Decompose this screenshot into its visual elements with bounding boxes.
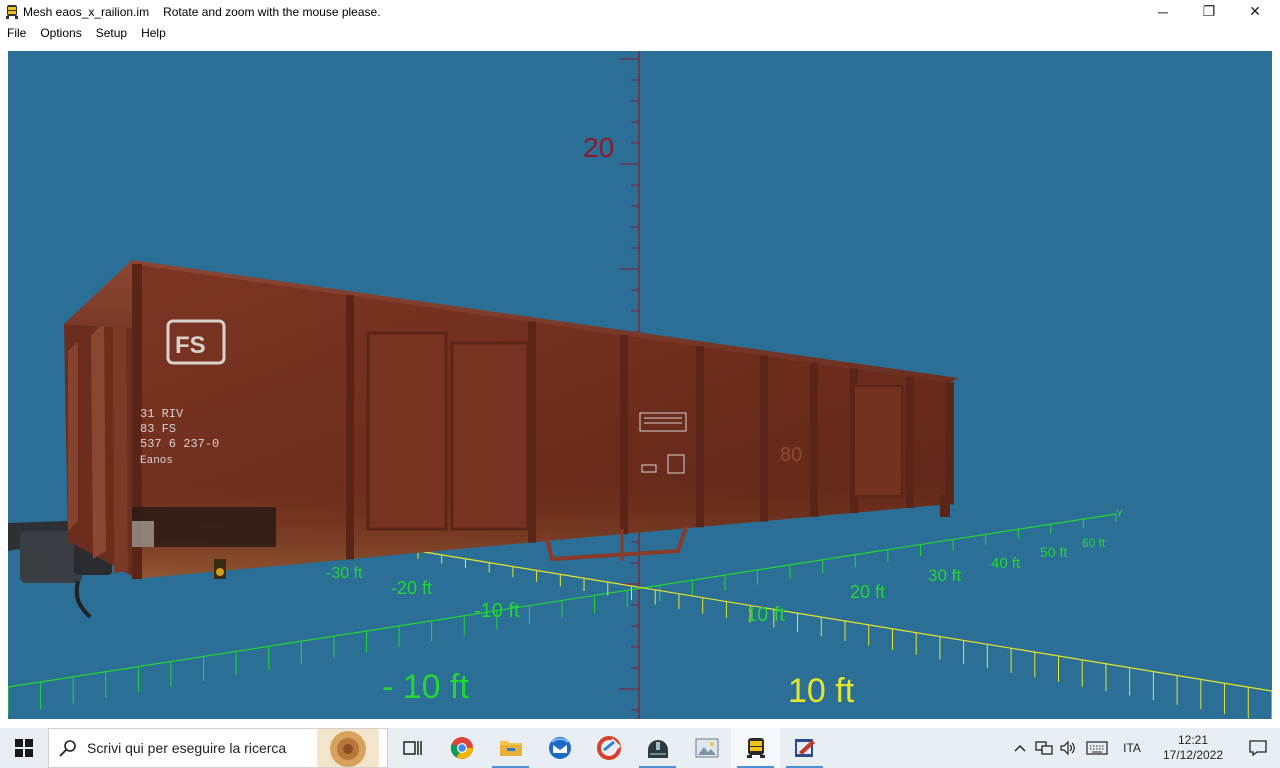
search-input[interactable]: Scrivi qui per eseguire la ricerca xyxy=(48,728,388,768)
wagon-marking: 31 RIV xyxy=(140,407,184,421)
editor-app-icon xyxy=(794,739,815,757)
y-axis-letter: Y xyxy=(1116,508,1124,520)
wagon-door-right xyxy=(450,341,530,531)
tray-keyboard-button[interactable] xyxy=(1080,728,1114,768)
file-explorer-icon xyxy=(499,741,522,756)
taskbar-app-dome[interactable] xyxy=(633,728,682,768)
grid-label-large: - 10 ft xyxy=(382,668,469,706)
clock[interactable]: 12:21 17/12/2022 xyxy=(1150,733,1236,763)
wagon-side-post xyxy=(760,355,768,522)
task-view-button[interactable] xyxy=(388,728,437,768)
system-tray: ITA 12:21 17/12/2022 xyxy=(1008,728,1280,768)
wagon-door-far xyxy=(853,385,903,497)
chrome-icon xyxy=(450,737,473,759)
keyboard-icon xyxy=(1086,741,1108,755)
close-button[interactable]: ✕ xyxy=(1232,0,1278,23)
tray-network-button[interactable] xyxy=(1032,728,1056,768)
wagon-marking: 537 6 237-0 xyxy=(140,437,219,451)
minimize-button[interactable]: ─ xyxy=(1140,0,1186,23)
wagon-faint-number: 80 xyxy=(780,444,802,466)
notification-icon xyxy=(1249,740,1267,756)
train-app-icon xyxy=(746,738,765,758)
speaker-icon xyxy=(1060,740,1075,756)
grid-label: 40 ft xyxy=(991,555,1021,572)
scene-canvas[interactable]: 20 Y -30 ft -20 ft -10 ft 10 ft 20 ft 30… xyxy=(8,51,1272,719)
wagon-side-post xyxy=(696,346,704,528)
search-icon xyxy=(59,740,76,757)
grid-label: 10 ft xyxy=(746,604,785,626)
ccleaner-icon xyxy=(596,736,621,760)
freight-wagon-model[interactable]: FS 31 RIV 83 FS 537 6 237-0 Eanos 80 xyxy=(8,260,958,619)
wagon-side-post xyxy=(946,382,954,505)
menu-setup[interactable]: Setup xyxy=(89,23,134,43)
menu-file[interactable]: File xyxy=(0,23,33,43)
grid-label: -30 ft xyxy=(326,565,363,582)
search-placeholder: Scrivi qui per eseguire la ricerca xyxy=(87,740,287,756)
windows-logo-icon xyxy=(15,739,33,757)
grid-label: 50 ft xyxy=(1040,544,1067,560)
train-app-icon xyxy=(6,4,18,19)
wagon-marking: Eanos xyxy=(140,455,173,467)
clock-date: 17/12/2022 xyxy=(1162,748,1224,762)
wagon-side-post xyxy=(906,376,914,509)
tray-volume-button[interactable] xyxy=(1056,728,1080,768)
title-bar: Mesh eaos_x_railion.im Rotate and zoom w… xyxy=(0,0,1280,23)
chevron-up-icon xyxy=(1014,744,1026,752)
tray-overflow-button[interactable] xyxy=(1008,728,1032,768)
clock-time: 12:21 xyxy=(1177,733,1209,747)
restore-button[interactable]: ❐ xyxy=(1186,0,1232,23)
grid-label-large: 10 ft xyxy=(788,672,855,710)
search-highlight-icon xyxy=(317,729,379,767)
menu-bar: File Options Setup Help xyxy=(0,23,1280,43)
taskbar-app-ccleaner[interactable] xyxy=(584,728,633,768)
vertical-axis-label: 20 xyxy=(583,132,614,163)
fs-logo-text: FS xyxy=(175,332,206,359)
notification-center-button[interactable] xyxy=(1236,728,1280,768)
taskbar-app-explorer[interactable] xyxy=(486,728,535,768)
menu-options[interactable]: Options xyxy=(33,23,88,43)
thunderbird-icon xyxy=(548,737,571,759)
wagon-side-post xyxy=(620,334,628,535)
image-viewer-icon xyxy=(695,738,718,758)
grid-label: 30 ft xyxy=(928,566,961,585)
taskbar-app-chrome[interactable] xyxy=(437,728,486,768)
taskbar-app-thunderbird[interactable] xyxy=(535,728,584,768)
task-view-icon xyxy=(402,741,422,755)
taskbar-app-train[interactable] xyxy=(731,728,780,768)
language-indicator[interactable]: ITA xyxy=(1114,741,1150,755)
grid-label: -20 ft xyxy=(391,578,432,598)
dome-app-icon xyxy=(647,740,668,758)
start-button[interactable] xyxy=(0,728,48,768)
grid-label: 60 ft xyxy=(1082,536,1106,550)
network-icon xyxy=(1035,741,1053,755)
taskbar-app-editor[interactable] xyxy=(780,728,829,768)
grid-label: -10 ft xyxy=(474,600,520,622)
wagon-door-left xyxy=(366,331,448,531)
3d-viewport[interactable]: 20 Y -30 ft -20 ft -10 ft 10 ft 20 ft 30… xyxy=(8,51,1272,719)
window-hint: Rotate and zoom with the mouse please. xyxy=(163,4,381,19)
taskbar: Scrivi qui per eseguire la ricerca ITA 1… xyxy=(0,728,1280,768)
wagon-side-post xyxy=(346,295,354,560)
taskbar-app-image-viewer[interactable] xyxy=(682,728,731,768)
grid-label: 20 ft xyxy=(850,582,885,602)
window-title: Mesh eaos_x_railion.im xyxy=(23,4,150,19)
wagon-side-post xyxy=(810,362,818,517)
menu-help[interactable]: Help xyxy=(134,23,173,43)
wagon-marking: 83 FS xyxy=(140,422,176,436)
